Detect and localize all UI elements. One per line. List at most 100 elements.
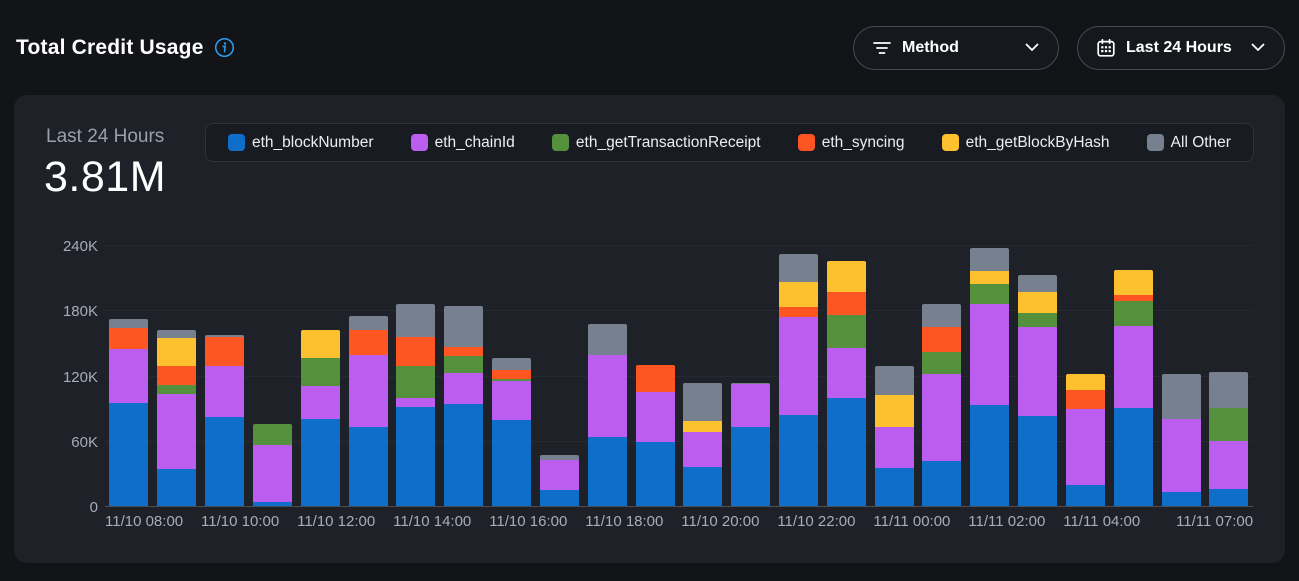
bar-segment-eth_getTransactionReceipt[interactable] [827, 315, 866, 349]
bar-11-10-21-00[interactable] [731, 383, 770, 507]
bar-segment-eth_blockNumber[interactable] [540, 490, 579, 507]
bar-segment-eth_blockNumber[interactable] [588, 437, 627, 507]
bar-segment-All Other[interactable] [922, 304, 961, 327]
bar-segment-eth_syncing[interactable] [444, 347, 483, 356]
bar-segment-eth_blockNumber[interactable] [827, 398, 866, 507]
bar-segment-eth_syncing[interactable] [636, 365, 675, 392]
legend-item-eth_getBlockByHash[interactable]: eth_getBlockByHash [942, 134, 1110, 152]
bar-segment-eth_blockNumber[interactable] [1209, 489, 1248, 508]
bar-segment-eth_chainId[interactable] [1209, 441, 1248, 489]
bar-segment-eth_getTransactionReceipt[interactable] [1018, 313, 1057, 326]
bar-11-11-04-00[interactable] [1066, 374, 1105, 507]
bar-segment-eth_chainId[interactable] [636, 392, 675, 442]
bar-11-10-22-00[interactable] [779, 254, 818, 507]
bar-segment-eth_chainId[interactable] [301, 386, 340, 419]
bar-11-10-08-00[interactable] [109, 319, 148, 507]
bar-segment-eth_getTransactionReceipt[interactable] [1209, 408, 1248, 441]
bar-segment-eth_blockNumber[interactable] [157, 469, 196, 507]
bar-segment-eth_syncing[interactable] [827, 292, 866, 315]
bar-segment-eth_chainId[interactable] [349, 355, 388, 427]
bar-segment-eth_chainId[interactable] [588, 355, 627, 438]
bar-segment-All Other[interactable] [779, 254, 818, 282]
bar-segment-All Other[interactable] [588, 324, 627, 354]
bar-segment-eth_chainId[interactable] [683, 432, 722, 467]
bar-segment-eth_chainId[interactable] [970, 304, 1009, 405]
bar-segment-eth_syncing[interactable] [779, 307, 818, 317]
bar-segment-eth_chainId[interactable] [253, 445, 292, 502]
bar-segment-eth_blockNumber[interactable] [1162, 492, 1201, 507]
bar-segment-eth_getBlockByHash[interactable] [1018, 292, 1057, 314]
bar-11-10-11-00[interactable] [253, 424, 292, 507]
bar-segment-eth_syncing[interactable] [205, 337, 244, 365]
bar-segment-All Other[interactable] [683, 383, 722, 421]
bar-segment-eth_blockNumber[interactable] [1066, 485, 1105, 507]
bar-segment-eth_getBlockByHash[interactable] [301, 330, 340, 358]
info-icon[interactable] [214, 37, 235, 58]
bar-segment-eth_getBlockByHash[interactable] [1066, 374, 1105, 389]
bar-segment-eth_chainId[interactable] [875, 427, 914, 468]
bar-segment-eth_getTransactionReceipt[interactable] [253, 424, 292, 445]
bar-segment-All Other[interactable] [492, 358, 531, 370]
bar-segment-All Other[interactable] [875, 366, 914, 395]
bar-segment-eth_chainId[interactable] [157, 394, 196, 469]
bar-segment-All Other[interactable] [1018, 275, 1057, 291]
bar-segment-eth_blockNumber[interactable] [1114, 408, 1153, 507]
bar-segment-eth_chainId[interactable] [1114, 326, 1153, 408]
bar-11-10-14-00[interactable] [396, 304, 435, 507]
bar-11-10-16-00[interactable] [492, 358, 531, 507]
bar-segment-eth_chainId[interactable] [922, 374, 961, 461]
bar-segment-eth_blockNumber[interactable] [444, 404, 483, 507]
bar-segment-eth_getBlockByHash[interactable] [827, 261, 866, 291]
bar-11-10-17-00[interactable] [540, 455, 579, 507]
bar-segment-eth_chainId[interactable] [109, 349, 148, 402]
bar-segment-eth_blockNumber[interactable] [109, 403, 148, 507]
bar-segment-eth_blockNumber[interactable] [779, 415, 818, 507]
bar-11-10-13-00[interactable] [349, 316, 388, 507]
bar-segment-eth_getTransactionReceipt[interactable] [444, 356, 483, 373]
bar-segment-eth_getBlockByHash[interactable] [875, 395, 914, 427]
bar-segment-eth_chainId[interactable] [731, 384, 770, 426]
bar-11-10-23-00[interactable] [827, 261, 866, 507]
bar-11-10-12-00[interactable] [301, 330, 340, 507]
bar-11-10-09-00[interactable] [157, 330, 196, 507]
bar-segment-All Other[interactable] [444, 306, 483, 347]
bar-segment-eth_chainId[interactable] [827, 348, 866, 398]
bar-segment-All Other[interactable] [1162, 374, 1201, 419]
bar-11-11-07-00[interactable] [1209, 372, 1248, 507]
bar-segment-eth_syncing[interactable] [109, 328, 148, 350]
bar-11-11-01-00[interactable] [922, 304, 961, 507]
bar-11-11-06-00[interactable] [1162, 374, 1201, 507]
bar-segment-eth_blockNumber[interactable] [205, 417, 244, 507]
bar-segment-All Other[interactable] [1209, 372, 1248, 408]
bar-segment-eth_blockNumber[interactable] [492, 420, 531, 507]
bar-segment-eth_chainId[interactable] [396, 398, 435, 407]
bar-11-10-15-00[interactable] [444, 306, 483, 507]
bar-segment-eth_syncing[interactable] [922, 327, 961, 352]
bar-segment-eth_blockNumber[interactable] [875, 468, 914, 507]
legend-item-eth_syncing[interactable]: eth_syncing [798, 134, 905, 152]
bar-segment-eth_blockNumber[interactable] [922, 461, 961, 507]
bar-segment-eth_getBlockByHash[interactable] [683, 421, 722, 432]
bar-segment-eth_chainId[interactable] [779, 317, 818, 415]
bar-segment-eth_blockNumber[interactable] [683, 467, 722, 507]
bar-segment-eth_getTransactionReceipt[interactable] [157, 385, 196, 394]
bar-segment-eth_getBlockByHash[interactable] [779, 282, 818, 307]
bar-11-10-18-00[interactable] [588, 324, 627, 507]
bar-segment-eth_syncing[interactable] [1066, 390, 1105, 410]
bar-segment-eth_getTransactionReceipt[interactable] [970, 284, 1009, 304]
bar-segment-eth_getTransactionReceipt[interactable] [1114, 301, 1153, 326]
bar-segment-eth_blockNumber[interactable] [636, 442, 675, 507]
bar-segment-eth_blockNumber[interactable] [301, 419, 340, 507]
bar-11-11-00-00[interactable] [875, 366, 914, 507]
bar-segment-eth_getBlockByHash[interactable] [1114, 270, 1153, 295]
bar-segment-eth_syncing[interactable] [396, 337, 435, 365]
bar-segment-eth_chainId[interactable] [1066, 409, 1105, 485]
bar-segment-All Other[interactable] [396, 304, 435, 338]
method-dropdown[interactable]: Method [853, 26, 1059, 70]
bar-segment-eth_chainId[interactable] [1162, 419, 1201, 492]
legend-item-eth_getTransactionReceipt[interactable]: eth_getTransactionReceipt [552, 134, 761, 152]
bar-11-11-03-00[interactable] [1018, 275, 1057, 507]
bar-segment-eth_blockNumber[interactable] [1018, 416, 1057, 507]
bar-segment-eth_syncing[interactable] [492, 370, 531, 379]
bar-11-11-02-00[interactable] [970, 248, 1009, 507]
